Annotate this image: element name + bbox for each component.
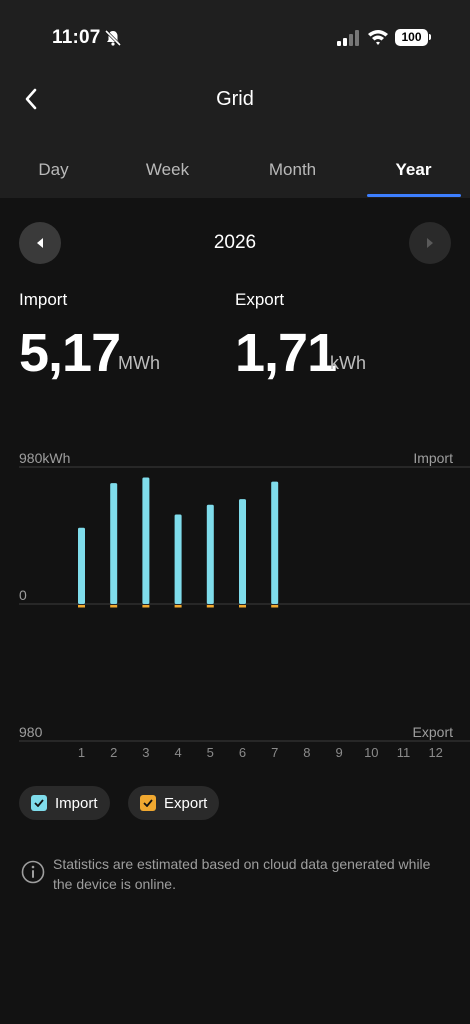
legend-import-label: Import	[55, 794, 98, 812]
x-tick-label: 12	[428, 745, 442, 760]
export-bar[interactable]	[206, 605, 214, 608]
x-tick-label: 3	[142, 745, 149, 760]
import-bar[interactable]	[271, 481, 279, 604]
import-bar[interactable]	[110, 483, 118, 604]
export-bar[interactable]	[78, 605, 85, 608]
legend-export-label: Export	[164, 794, 208, 812]
y-axis-zero-label: 0	[19, 587, 27, 603]
tab-active-indicator	[367, 194, 461, 197]
import-bar[interactable]	[239, 499, 246, 604]
x-tick-label: 6	[239, 745, 246, 760]
page-title: Grid	[216, 88, 254, 110]
wifi-icon	[368, 30, 388, 45]
tab-month[interactable]: Month	[234, 160, 351, 180]
battery-indicator: 100	[395, 29, 428, 46]
cellular-signal-icon	[337, 30, 359, 46]
x-tick-label: 7	[271, 745, 278, 760]
checkbox-checked-icon	[31, 795, 47, 811]
tab-year[interactable]: Year	[355, 160, 470, 180]
info-icon	[21, 860, 45, 884]
import-unit: MWh	[118, 353, 160, 373]
x-tick-label: 11	[397, 745, 411, 760]
x-tick-label: 10	[364, 745, 378, 760]
tab-day[interactable]: Day	[0, 160, 112, 180]
import-bar[interactable]	[78, 527, 85, 604]
next-year-button[interactable]	[409, 222, 451, 264]
legend-import-toggle[interactable]: Import	[19, 786, 110, 820]
import-bar[interactable]	[142, 477, 150, 604]
import-bar[interactable]	[174, 514, 182, 604]
export-unit: kWh	[330, 353, 366, 373]
period-label: 2026	[213, 232, 257, 253]
import-series-label: Import	[413, 450, 453, 466]
x-tick-label: 5	[207, 745, 214, 760]
checkbox-checked-icon	[140, 795, 156, 811]
export-bar[interactable]	[110, 605, 118, 608]
y-axis-top-label: 980kWh	[19, 450, 70, 466]
x-tick-label: 8	[303, 745, 310, 760]
import-value: 5,17	[19, 323, 121, 383]
legend-export-toggle[interactable]: Export	[128, 786, 220, 820]
import-label: Import	[19, 290, 68, 309]
export-series-label: Export	[413, 724, 454, 740]
x-tick-label: 2	[110, 745, 117, 760]
x-tick-label: 9	[335, 745, 342, 760]
export-bar[interactable]	[239, 605, 246, 608]
caret-right-icon	[427, 238, 433, 248]
yearly-grid-chart: 980kWh 0 980 Import Export 1 2 3 4 5 6 7 8 9 10 11…	[19, 450, 470, 760]
tab-week[interactable]: Week	[109, 160, 226, 180]
status-time: 11:07	[52, 27, 101, 48]
export-bar[interactable]	[271, 605, 279, 608]
import-bar[interactable]	[206, 504, 214, 604]
export-value: 1,71	[235, 323, 337, 383]
export-bar[interactable]	[174, 605, 182, 608]
x-tick-label: 4	[174, 745, 181, 760]
statistics-note: Statistics are estimated based on cloud …	[53, 856, 431, 892]
y-axis-bottom-label: 980	[19, 724, 43, 740]
export-label: Export	[235, 290, 285, 309]
export-bar[interactable]	[142, 605, 150, 608]
x-tick-label: 1	[78, 745, 85, 760]
bell-muted-icon	[104, 29, 122, 47]
